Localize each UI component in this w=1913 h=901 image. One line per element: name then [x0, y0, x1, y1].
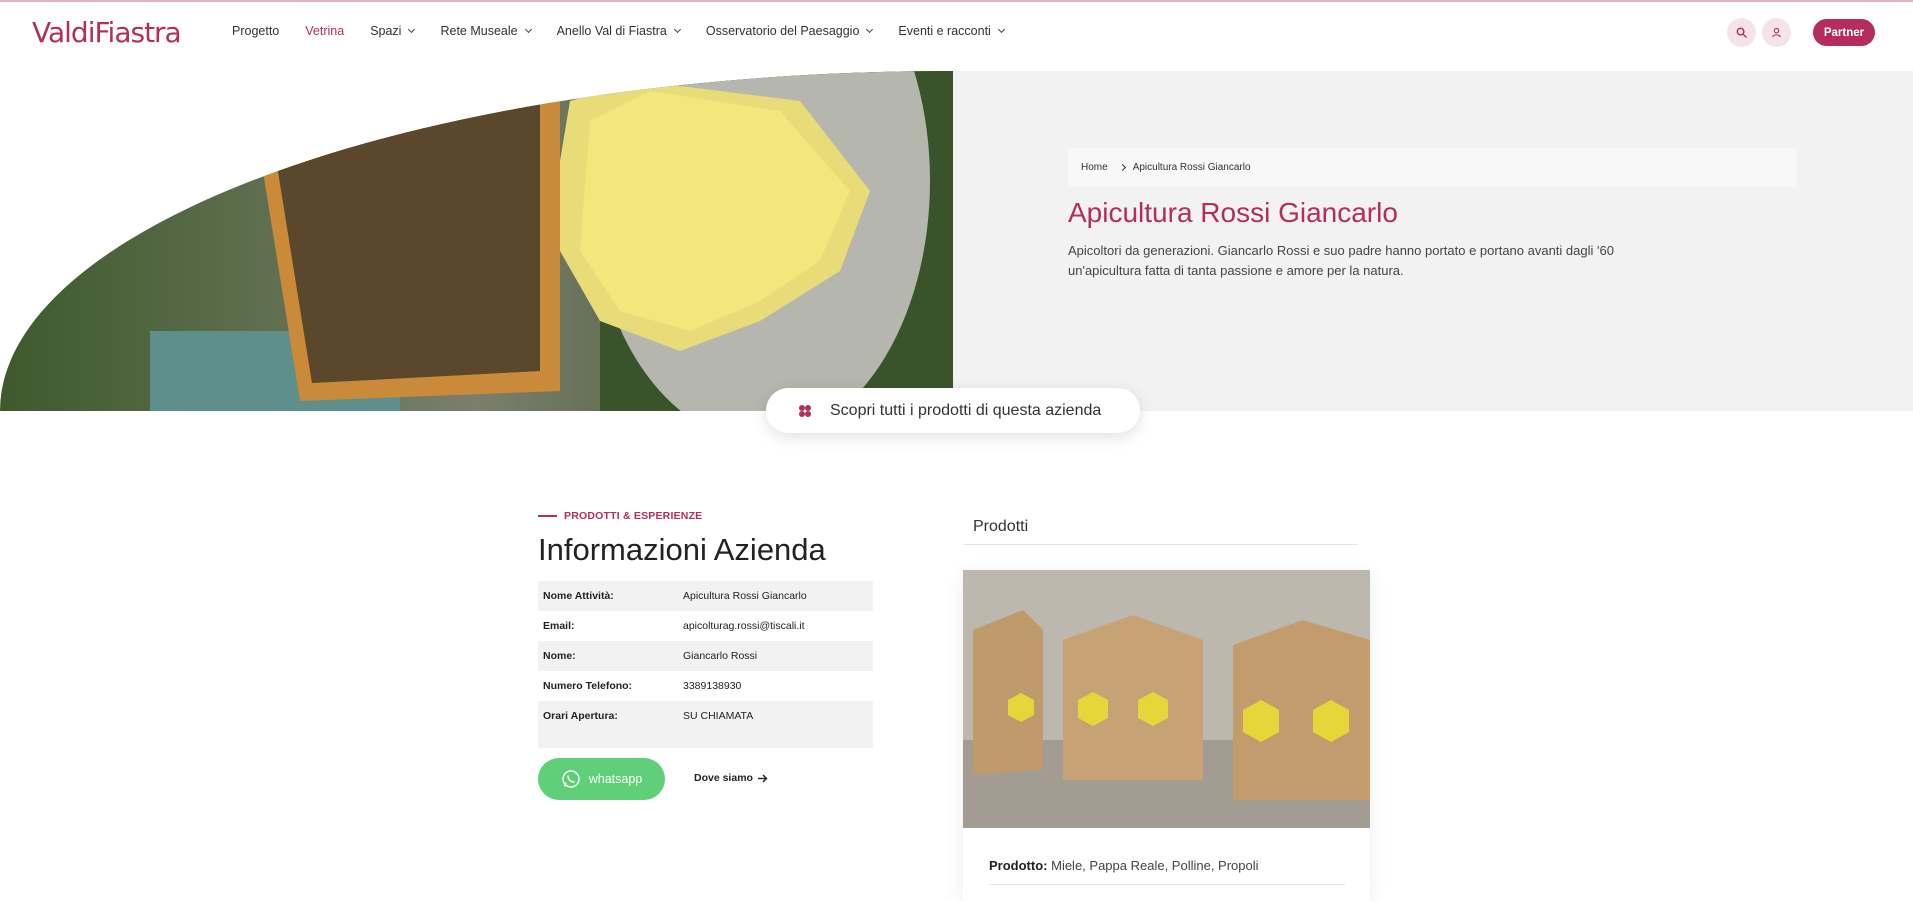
user-button[interactable]	[1762, 18, 1791, 47]
search-button[interactable]	[1727, 18, 1756, 47]
cta-label: Scopri tutti i prodotti di questa aziend…	[830, 401, 1102, 419]
site-logo[interactable]: ValdiFiastra	[32, 16, 182, 49]
nav-item-vetrina[interactable]: Vetrina	[305, 24, 344, 38]
site-header: ValdiFiastra Progetto Vetrina Spazi Rete…	[0, 2, 1913, 71]
table-row: Nome Attività: Apicultura Rossi Giancarlo	[538, 581, 873, 611]
nav-item-progetto[interactable]: Progetto	[232, 24, 279, 38]
products-heading: Prodotti	[973, 518, 1029, 535]
page-description: Apicoltori da generazioni. Giancarlo Ros…	[1068, 243, 1614, 278]
table-row: Numero Telefono: 3389138930	[543, 680, 742, 692]
chevron-down-icon	[866, 25, 874, 34]
table-row: Email: apicolturag.rossi@tiscali.it	[543, 620, 805, 632]
product-card[interactable]: Prodotto: Miele, Pappa Reale, Polline, P…	[963, 570, 1370, 901]
hero-image-beekeeper	[0, 71, 953, 411]
divider	[989, 884, 1345, 885]
divider	[964, 544, 1358, 545]
table-row: Orari Apertura: SU CHIAMATA	[538, 701, 873, 748]
product-description: Prodotto: Miele, Pappa Reale, Polline, P…	[989, 858, 1259, 873]
breadcrumb-current: Apicultura Rossi Giancarlo	[1132, 162, 1251, 173]
whatsapp-label: whatsapp	[588, 772, 643, 786]
user-icon	[1772, 27, 1781, 38]
discover-products-button[interactable]: Scopri tutti i prodotti di questa aziend…	[766, 388, 1140, 433]
chevron-right-icon	[1118, 163, 1126, 172]
main-nav: Progetto Vetrina Spazi Rete Museale Anel…	[232, 24, 1030, 38]
table-row: Nome: Giancarlo Rossi	[538, 641, 873, 671]
nav-item-osservatorio[interactable]: Osservatorio del Paesaggio	[706, 24, 874, 38]
partner-button[interactable]: Partner	[1813, 19, 1875, 46]
company-info-table: Nome Attività: Apicultura Rossi Giancarlo…	[538, 581, 873, 748]
chevron-down-icon	[524, 25, 532, 34]
whatsapp-button[interactable]: whatsapp	[538, 758, 665, 800]
chevron-down-icon	[408, 25, 416, 34]
where-we-are-link[interactable]: Dove siamo	[694, 772, 768, 784]
flower-icon	[799, 404, 811, 417]
search-icon	[1736, 27, 1747, 38]
page-title: Apicultura Rossi Giancarlo	[1068, 197, 1398, 228]
nav-item-anello[interactable]: Anello Val di Fiastra	[557, 24, 681, 38]
eyebrow-line	[538, 515, 557, 517]
breadcrumb: Home Apicultura Rossi Giancarlo	[1068, 148, 1797, 187]
nav-item-eventi[interactable]: Eventi e racconti	[898, 24, 1005, 38]
nav-item-spazi[interactable]: Spazi	[370, 24, 416, 38]
chevron-down-icon	[673, 25, 681, 34]
chevron-down-icon	[997, 25, 1005, 34]
nav-item-rete-museale[interactable]: Rete Museale	[440, 24, 532, 38]
arrow-right-icon	[757, 774, 768, 782]
whatsapp-icon	[562, 770, 580, 788]
info-title: Informazioni Azienda	[538, 532, 826, 567]
product-image	[963, 570, 1370, 828]
section-eyebrow: PRODOTTI & ESPERIENZE	[538, 510, 702, 522]
breadcrumb-home[interactable]: Home	[1081, 162, 1108, 173]
